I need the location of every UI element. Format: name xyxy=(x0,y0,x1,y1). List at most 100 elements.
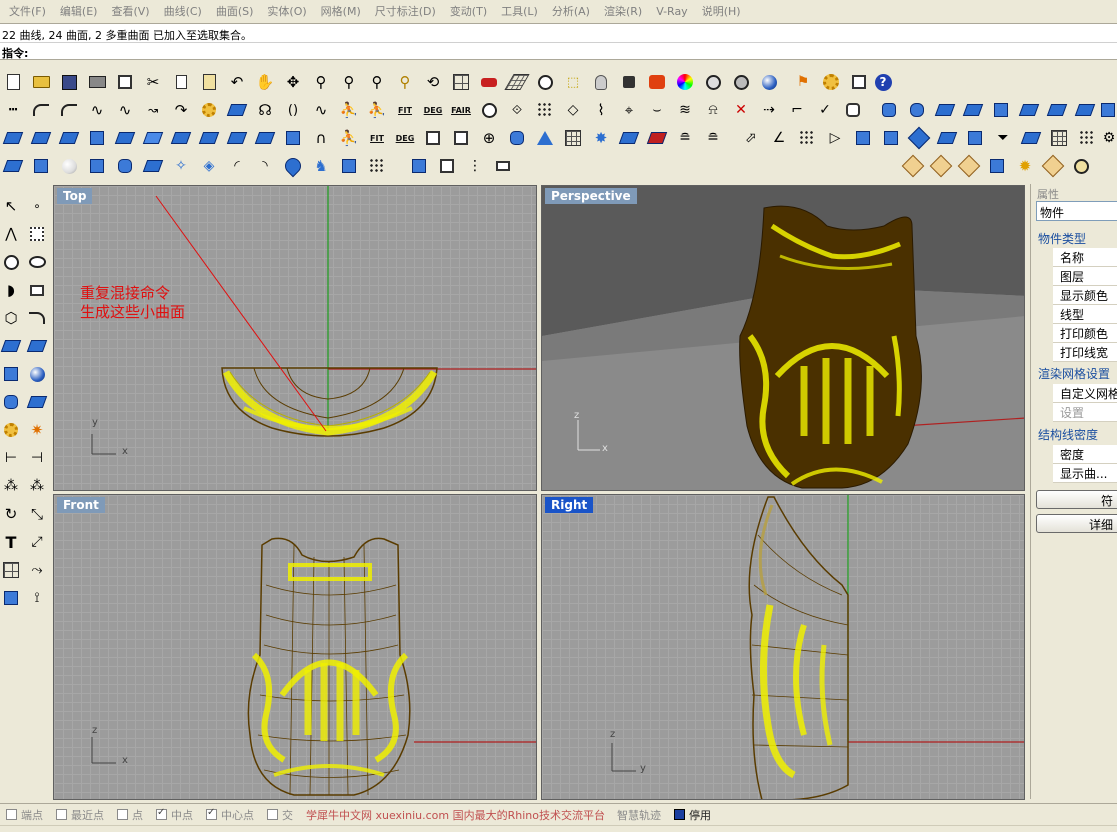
trim-button[interactable]: ⊢ xyxy=(0,447,22,469)
section-render-mesh[interactable]: 渲染网格设置 xyxy=(1038,365,1110,382)
curve-button-11[interactable]: ⛹ xyxy=(366,99,388,121)
light-button[interactable] xyxy=(590,71,612,93)
surface-tool-13[interactable]: ⛹ xyxy=(338,127,360,149)
curve-button-15[interactable]: ⌇ xyxy=(590,99,612,121)
mesh-tool-18[interactable] xyxy=(492,155,514,177)
surface-tool-36[interactable]: ⏷ xyxy=(992,127,1014,149)
menu-view[interactable]: 查看(V) xyxy=(104,3,156,19)
four-viewports-button[interactable] xyxy=(450,71,472,93)
prop-row-density[interactable]: 密度 xyxy=(1053,445,1117,464)
surface-tool-9[interactable] xyxy=(226,127,248,149)
split-button[interactable]: ⊣ xyxy=(26,447,48,469)
snap-intersection[interactable]: 交 xyxy=(267,807,293,823)
flag-button[interactable]: ⚑ xyxy=(792,71,814,93)
surface-tool-34[interactable] xyxy=(936,127,958,149)
fair-curve-button[interactable]: FAIR xyxy=(450,99,472,121)
ellipse-button[interactable] xyxy=(26,251,48,273)
mesh-tool-11[interactable] xyxy=(281,154,305,178)
select-button[interactable]: ⬚ xyxy=(562,71,584,93)
shade-button[interactable] xyxy=(702,71,724,93)
curve-button-4[interactable]: ∿ xyxy=(114,99,136,121)
surface-tool-8[interactable] xyxy=(198,127,220,149)
light-tool-button[interactable] xyxy=(0,419,22,441)
zoom-button[interactable]: ⚲ xyxy=(310,71,332,93)
surface-tool-2[interactable] xyxy=(30,127,52,149)
curve-button-10[interactable]: ⛹ xyxy=(338,99,360,121)
cplane-button[interactable] xyxy=(504,71,530,93)
viewport-perspective[interactable]: Perspective z x xyxy=(541,185,1025,491)
smart-track-toggle[interactable]: 智慧轨迹 xyxy=(617,807,661,823)
lock-button[interactable] xyxy=(618,71,640,93)
surface-tool-35[interactable] xyxy=(964,127,986,149)
rotate-button[interactable]: ↻ xyxy=(0,503,22,525)
surface-button-b[interactable] xyxy=(962,99,984,121)
text-button[interactable]: T xyxy=(0,531,22,553)
curve-button-3[interactable]: ∿ xyxy=(86,99,108,121)
viewport-top[interactable]: Top 重复混接命令 生成这些小曲面 y x xyxy=(53,185,537,491)
polyline-button[interactable]: ⋀ xyxy=(0,223,22,245)
surface-button-a[interactable] xyxy=(934,99,956,121)
section-object-type[interactable]: 物件类型 xyxy=(1038,230,1086,247)
render-tool-3[interactable] xyxy=(957,154,981,178)
menu-file[interactable]: 文件(F) xyxy=(2,3,53,19)
zoom-window-button[interactable]: ⚲ xyxy=(338,71,360,93)
surface-button-d[interactable] xyxy=(1018,99,1040,121)
mesh-tool-4[interactable] xyxy=(86,155,108,177)
curve-button-8[interactable]: () xyxy=(282,99,304,121)
render-tool-6[interactable] xyxy=(1041,154,1065,178)
surface-tool-38[interactable] xyxy=(1048,127,1070,149)
fillet-curve-button[interactable] xyxy=(26,307,48,329)
prop-row-name[interactable]: 名称 xyxy=(1053,248,1117,267)
curve-button-5[interactable]: ↷ xyxy=(170,99,192,121)
menu-help[interactable]: 说明(H) xyxy=(695,3,748,19)
surface-tool-25[interactable]: ≘ xyxy=(674,127,696,149)
mesh-tool-10[interactable]: ◝ xyxy=(254,155,276,177)
prop-row-print-color[interactable]: 打印颜色 xyxy=(1053,324,1117,343)
car-button[interactable] xyxy=(478,71,500,93)
curve-cp-button[interactable] xyxy=(26,223,48,245)
surface-tool-32[interactable] xyxy=(880,127,902,149)
dimension-button[interactable]: ⤢ xyxy=(26,531,48,553)
ungroup-button[interactable]: ⁂ xyxy=(26,475,48,497)
surface-tool-30[interactable]: ▷ xyxy=(824,127,846,149)
cut-button[interactable]: ✂ xyxy=(142,71,164,93)
properties-button[interactable] xyxy=(114,71,136,93)
mesh-tool-13[interactable] xyxy=(338,155,360,177)
prop-row-layer[interactable]: 图层 xyxy=(1053,267,1117,286)
surface-tool-23[interactable] xyxy=(618,127,640,149)
mesh-tool-6[interactable] xyxy=(142,155,164,177)
surface-tool-28[interactable]: ∠ xyxy=(768,127,790,149)
render-tool-1[interactable] xyxy=(901,154,925,178)
mesh-button-1[interactable] xyxy=(878,99,900,121)
mesh-tool-15[interactable] xyxy=(408,155,430,177)
snap-endpoint-checkbox[interactable] xyxy=(6,809,17,820)
surface-from-curve-button[interactable] xyxy=(226,99,248,121)
surface-tool-33[interactable] xyxy=(907,126,931,150)
curve-button-24[interactable] xyxy=(842,99,864,121)
prop-row-display-color[interactable]: 显示颜色 xyxy=(1053,286,1117,305)
snap-center-checkbox[interactable] xyxy=(206,807,217,820)
print-button[interactable] xyxy=(86,71,108,93)
surface-tool-19[interactable] xyxy=(506,127,528,149)
xray-button[interactable] xyxy=(730,71,752,93)
viewport-right[interactable]: Right z y xyxy=(541,494,1025,800)
mesh-tool-9[interactable]: ◜ xyxy=(226,155,248,177)
render-button[interactable] xyxy=(758,71,780,93)
surface-tool-7[interactable] xyxy=(170,127,192,149)
surface-tool-39[interactable] xyxy=(1076,127,1098,149)
surface-tool-22[interactable]: ✸ xyxy=(590,127,612,149)
surface-tool-20[interactable] xyxy=(534,127,556,149)
curve-button-1[interactable] xyxy=(30,99,52,121)
properties-object-tab[interactable]: 物件 xyxy=(1036,201,1117,221)
mesh-tool-5[interactable] xyxy=(114,155,136,177)
mesh-tool-16[interactable] xyxy=(436,155,458,177)
blend-surface-button[interactable] xyxy=(142,127,164,149)
fit-surface-button[interactable]: FIT xyxy=(366,127,388,149)
arc-button[interactable]: ◗ xyxy=(0,279,22,301)
menu-solid[interactable]: 实体(O) xyxy=(260,3,313,19)
surface-tool-37[interactable] xyxy=(1020,127,1042,149)
curve-button-21[interactable]: ⇢ xyxy=(758,99,780,121)
curve-button-7[interactable]: ☊ xyxy=(254,99,276,121)
flow-button[interactable]: ⤳ xyxy=(26,559,48,581)
mesh-tool-17[interactable]: ⋮ xyxy=(464,155,486,177)
